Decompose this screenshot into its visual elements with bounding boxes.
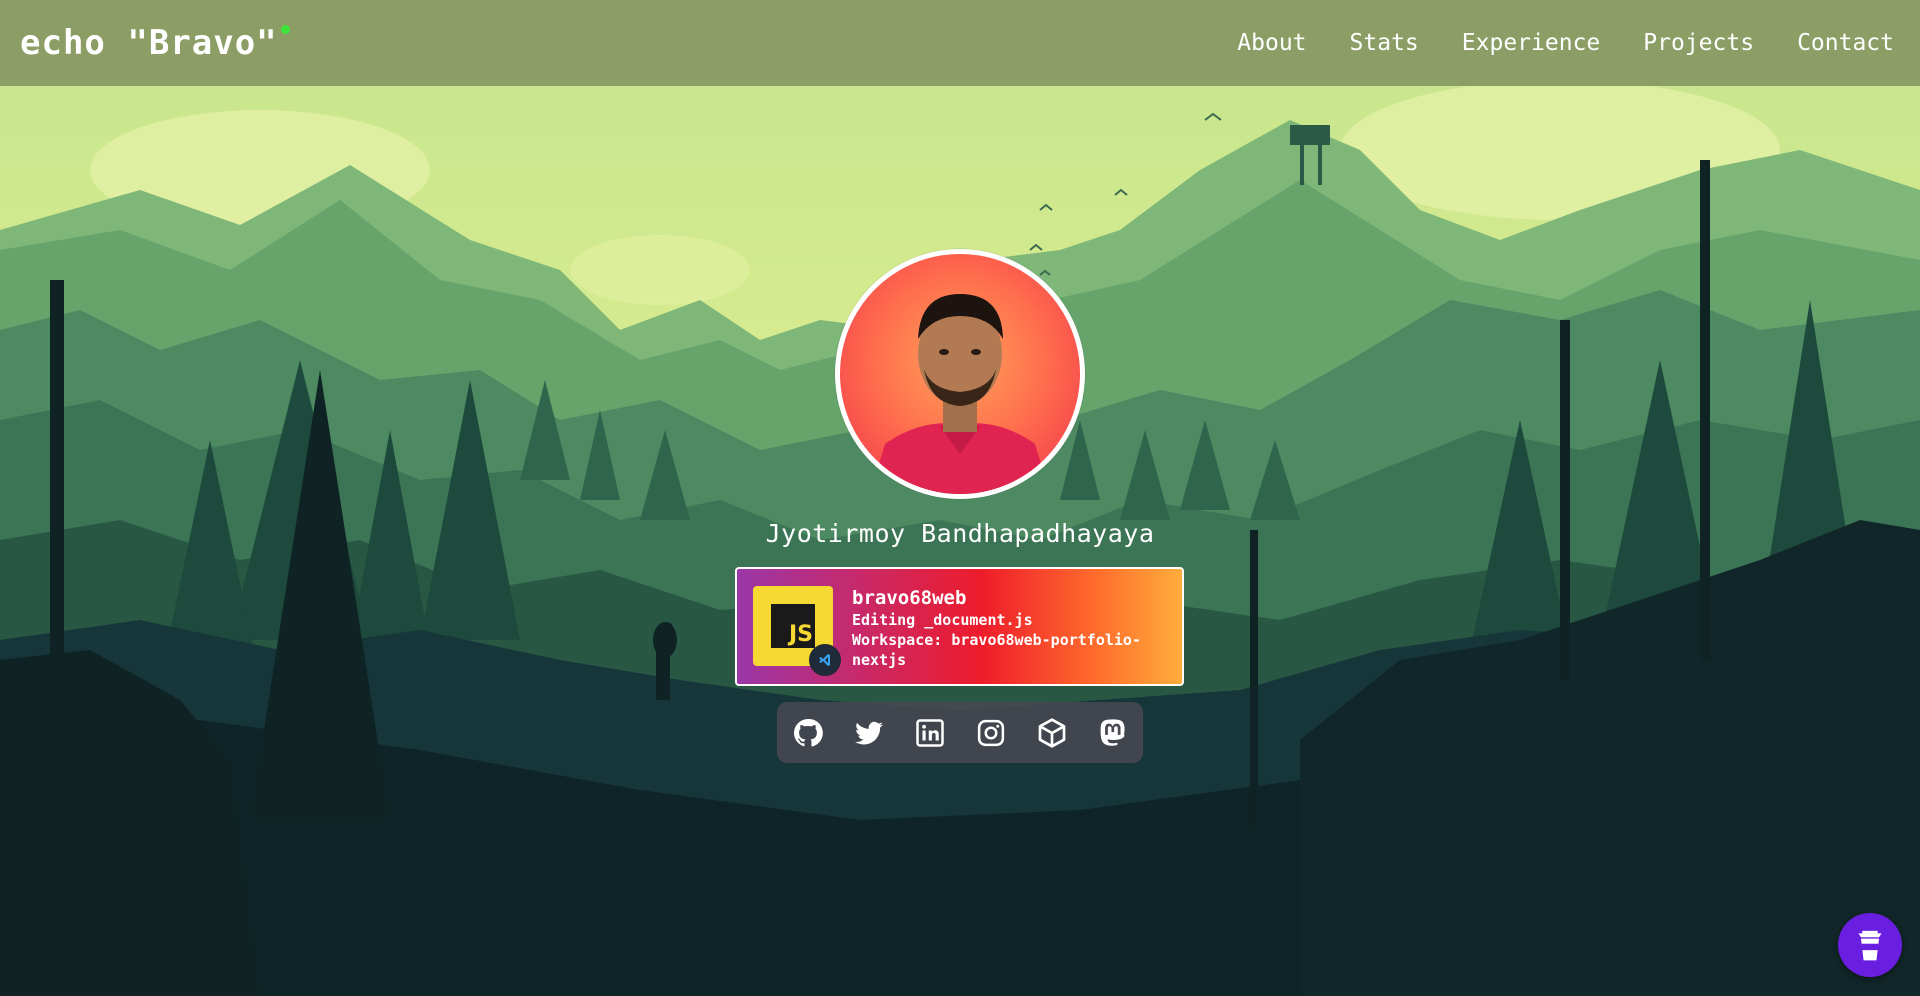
nav-link-contact[interactable]: Contact: [1797, 30, 1894, 56]
avatar: [840, 254, 1080, 494]
nav-link-stats[interactable]: Stats: [1350, 30, 1419, 56]
twitter-icon[interactable]: [848, 712, 889, 753]
activity-details: Editing _document.js: [852, 611, 1033, 629]
activity-workspace-cont: nextjs: [852, 651, 907, 669]
coffee-cup-icon: [1858, 930, 1882, 961]
navbar: echo "Bravo" About Stats Experience Proj…: [0, 0, 1920, 86]
nav-link-about[interactable]: About: [1237, 30, 1306, 56]
nav-link-projects[interactable]: Projects: [1643, 30, 1754, 56]
status-dot: [280, 25, 290, 34]
github-icon[interactable]: [787, 712, 828, 753]
brand-logo[interactable]: echo "Bravo": [20, 23, 290, 63]
coffee-cup-button[interactable]: [1838, 913, 1902, 977]
mastodon-icon[interactable]: [1092, 712, 1133, 753]
instagram-icon[interactable]: [970, 712, 1011, 753]
brand-text[interactable]: echo "Bravo": [20, 23, 278, 63]
nav-links: About Stats Experience Projects Contact: [1237, 30, 1894, 56]
vscode-icon: [809, 644, 841, 676]
page: echo "Bravo" About Stats Experience Proj…: [0, 0, 1920, 996]
linkedin-icon[interactable]: [909, 712, 950, 753]
activity-text: bravo68web Editing _document.js Workspac…: [852, 586, 1172, 670]
activity-card: JS bravo68web Editing _document.js Works…: [735, 567, 1184, 686]
activity-username: bravo68web: [852, 587, 967, 609]
activity-workspace: Workspace: bravo68web-portfolio-: [852, 631, 1141, 649]
social-links-bar: [777, 702, 1143, 763]
javascript-icon-label: JS: [771, 604, 815, 648]
profile-name: Jyotirmoy Bandhapadhayaya: [765, 519, 1155, 548]
avatar-frame: [835, 249, 1085, 499]
nav-link-experience[interactable]: Experience: [1462, 30, 1600, 56]
cube-icon[interactable]: [1031, 712, 1072, 753]
